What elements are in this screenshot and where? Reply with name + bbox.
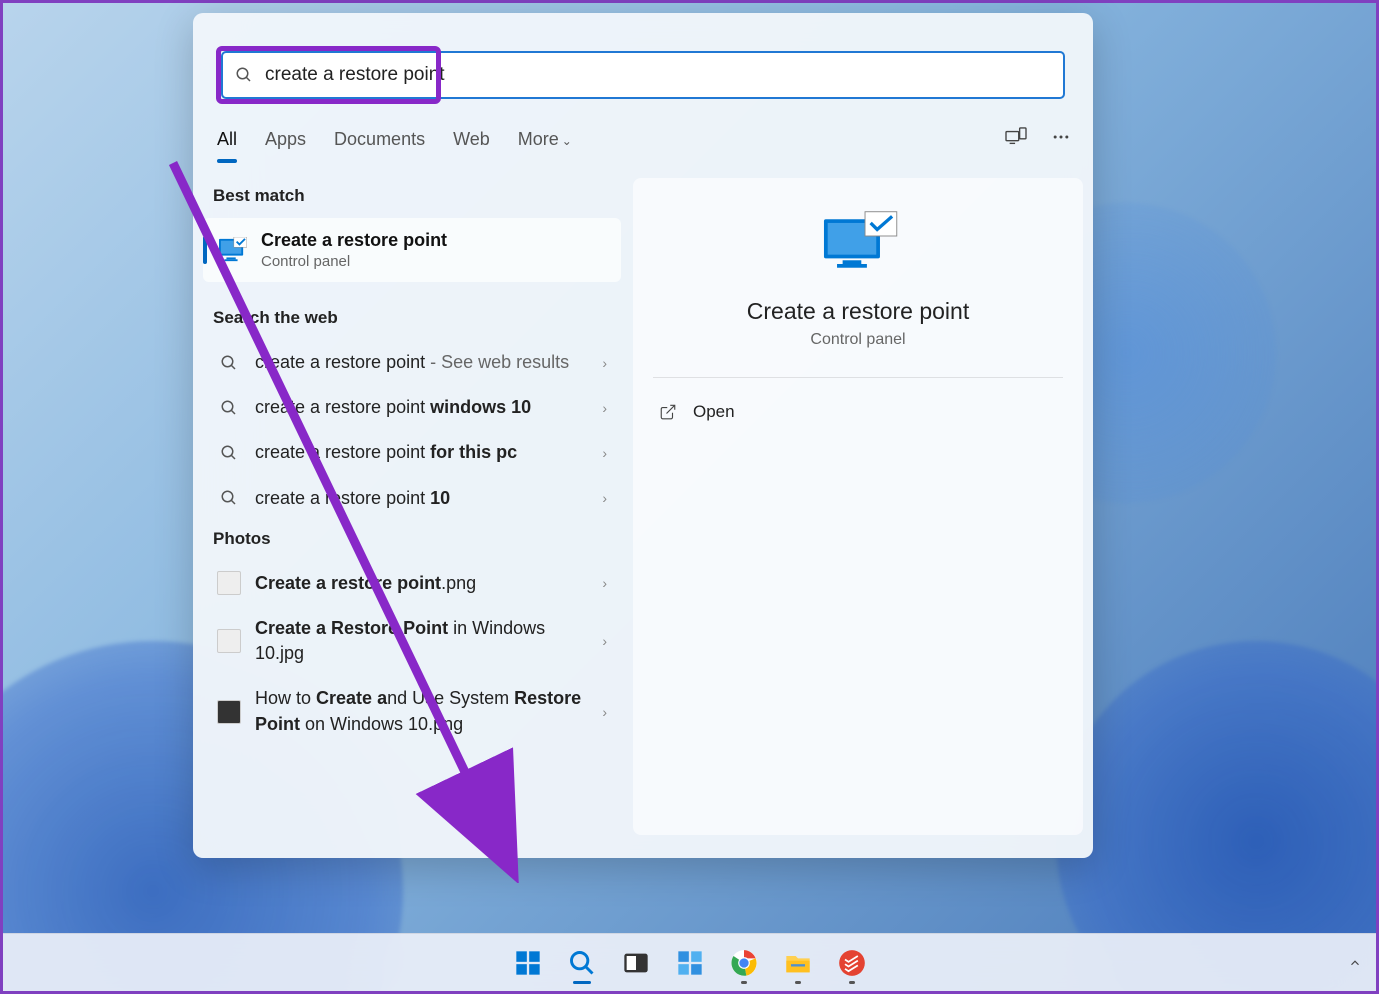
detail-subtitle: Control panel (810, 331, 905, 349)
tab-apps[interactable]: Apps (251, 121, 320, 158)
chevron-right-icon: › (602, 704, 607, 720)
file-explorer-button[interactable] (776, 941, 820, 985)
folder-icon (784, 949, 812, 977)
task-view-button[interactable] (614, 941, 658, 985)
tab-all[interactable]: All (203, 121, 251, 158)
search-button[interactable] (560, 941, 604, 985)
search-icon (220, 354, 238, 372)
chevron-right-icon: › (602, 400, 607, 416)
photo-result[interactable]: Create a restore point.png › (203, 561, 621, 606)
web-result[interactable]: create a restore point windows 10 › (203, 385, 621, 430)
system-settings-large-icon (816, 208, 901, 278)
todoist-button[interactable] (830, 941, 874, 985)
system-settings-icon (217, 237, 247, 263)
more-options-button[interactable] (1039, 119, 1083, 160)
chevron-up-icon (1348, 956, 1362, 970)
tab-documents[interactable]: Documents (320, 121, 439, 158)
tab-web[interactable]: Web (439, 121, 504, 158)
divider (653, 377, 1063, 378)
search-bar[interactable] (221, 51, 1065, 99)
web-result[interactable]: create a restore point for this pc › (203, 430, 621, 475)
chevron-down-icon: ⌄ (562, 134, 572, 148)
taskbar (3, 933, 1376, 991)
web-result[interactable]: create a restore point - See web results… (203, 340, 621, 385)
search-flyout: All Apps Documents Web More⌄ Best match (193, 13, 1093, 858)
search-input[interactable] (265, 64, 1051, 86)
web-result[interactable]: create a restore point 10 › (203, 476, 621, 521)
action-label: Open (693, 402, 735, 422)
result-title: Create a restore point (261, 230, 447, 251)
search-icon (220, 399, 238, 417)
best-match-result[interactable]: Create a restore point Control panel (203, 218, 621, 282)
search-icon (220, 489, 238, 507)
photo-result[interactable]: Create a Restore Point in Windows 10.jpg… (203, 606, 621, 676)
widgets-button[interactable] (668, 941, 712, 985)
open-external-icon (659, 403, 677, 421)
chevron-right-icon: › (602, 355, 607, 371)
open-action[interactable]: Open (653, 392, 1063, 432)
tab-more[interactable]: More⌄ (504, 121, 586, 158)
detail-pane: Create a restore point Control panel Ope… (633, 178, 1083, 835)
best-match-header: Best match (203, 178, 621, 218)
task-view-icon (622, 949, 650, 977)
web-results-header: Search the web (203, 300, 621, 340)
search-icon (568, 949, 596, 977)
image-thumbnail-icon (217, 629, 241, 653)
chrome-icon (730, 949, 758, 977)
search-icon (235, 66, 253, 84)
results-list: Best match Create a restore point Contro… (203, 178, 621, 835)
chevron-right-icon: › (602, 575, 607, 591)
chrome-button[interactable] (722, 941, 766, 985)
windows-icon (514, 949, 542, 977)
widgets-icon (676, 949, 704, 977)
detail-title: Create a restore point (747, 298, 969, 325)
filter-tabs: All Apps Documents Web More⌄ (193, 99, 1093, 160)
search-across-devices-button[interactable] (993, 119, 1039, 160)
result-subtitle: Control panel (261, 253, 447, 270)
todoist-icon (838, 949, 866, 977)
system-tray[interactable] (1348, 956, 1362, 970)
image-thumbnail-icon (217, 700, 241, 724)
chevron-right-icon: › (602, 633, 607, 649)
photos-header: Photos (203, 521, 621, 561)
start-button[interactable] (506, 941, 550, 985)
chevron-right-icon: › (602, 445, 607, 461)
search-icon (220, 444, 238, 462)
image-thumbnail-icon (217, 571, 241, 595)
chevron-right-icon: › (602, 490, 607, 506)
photo-result[interactable]: How to Create and Use System Restore Poi… (203, 676, 621, 746)
